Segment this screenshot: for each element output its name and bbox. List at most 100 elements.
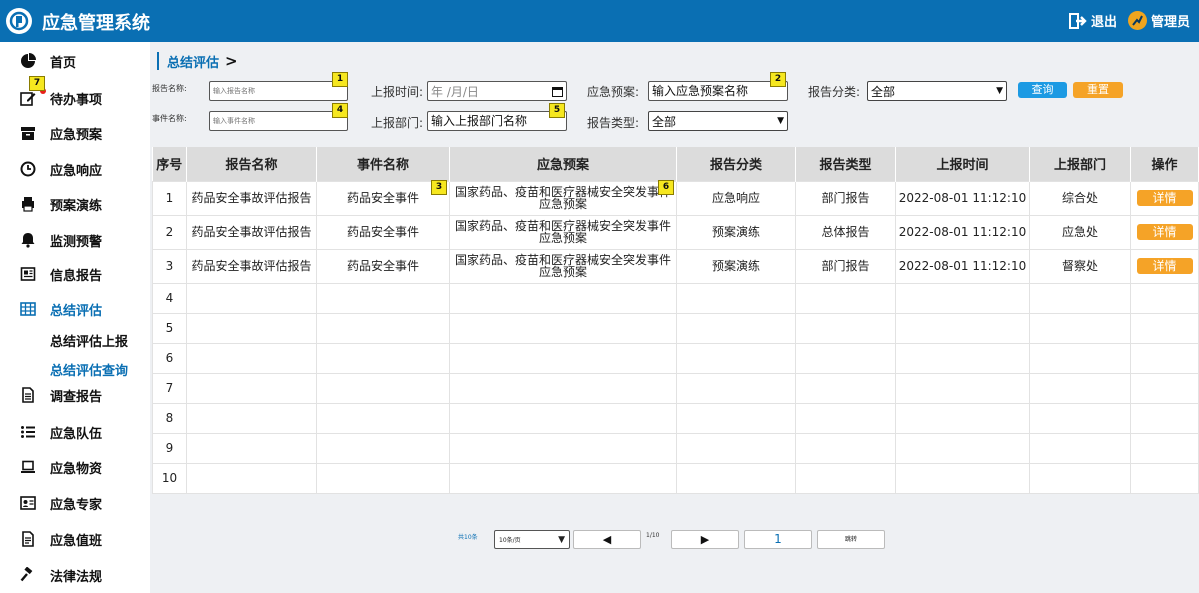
marker-1: 1 [332,72,348,87]
cell-plan: 国家药品、疫苗和医疗器械安全突发事件应急预案 [449,180,677,216]
report-time-input[interactable]: 年 /月/日 [427,81,567,101]
marker-6: 6 [658,180,674,195]
sidebar-item-emergency-supplies[interactable]: 应急物资 [0,452,150,482]
plan-input[interactable]: 输入应急预案名称 [648,81,788,101]
sidebar-item-emergency-plan[interactable]: 应急预案 [0,118,150,148]
clock-icon [20,161,36,177]
col-header-no: 序号 [152,147,187,181]
cell-dept: 督察处 [1029,248,1131,284]
cell-dept: 应急处 [1029,214,1131,250]
cell-plan: 国家药品、疫苗和医疗器械安全突发事件应急预案 [449,214,677,250]
sidebar-item-monitoring[interactable]: 监测预警 [0,225,150,255]
printer-icon [22,197,34,212]
sidebar-item-emergency-team[interactable]: 应急队伍 [0,417,150,447]
table-row-empty: 4 [152,282,1199,314]
reset-button[interactable]: 重置 [1073,82,1123,98]
pager-total: 共10条 [458,534,478,541]
cell-type: 总体报告 [795,214,896,250]
chevron-down-icon: ▼ [777,116,784,126]
col-header-action: 操作 [1130,147,1199,181]
cell-type: 部门报告 [795,248,896,284]
sidebar-item-plan-drill[interactable]: 预案演练 [0,189,150,219]
event-name-input[interactable] [209,111,348,131]
user-menu[interactable]: 管理员 [1128,11,1190,30]
marker-3: 3 [431,180,447,195]
logo-icon [6,8,32,34]
sidebar-subitem-summary-query[interactable]: 总结评估查询 [50,360,128,379]
report-table: 序号 报告名称 事件名称 应急预案 报告分类 报告类型 上报时间 上报部门 操作… [152,147,1199,494]
cell-dept: 综合处 [1029,180,1131,216]
breadcrumb-current[interactable]: 总结评估 [167,52,219,71]
sidebar-subitem-summary-submit[interactable]: 总结评估上报 [50,331,128,350]
user-avatar-icon [1128,11,1147,30]
chevron-down-icon: ▼ [996,86,1003,96]
event-name-label: 事件名称: [152,114,187,123]
report-dept-label: 上报部门: [371,116,424,130]
sidebar-item-emergency-response[interactable]: 应急响应 [0,154,150,184]
cell-no: 2 [152,214,187,250]
sidebar-item-todo[interactable]: 待办事项 [0,83,150,113]
logout-button[interactable]: 退出 [1069,11,1117,30]
report-time-label: 上报时间: [371,85,424,99]
cell-category: 应急响应 [676,180,796,216]
edit-icon [20,92,36,106]
archive-box-icon [21,127,35,140]
next-page-button[interactable]: ▶ [671,530,739,549]
sidebar-item-summary-evaluation[interactable]: 总结评估 [0,294,150,324]
sidebar-item-emergency-duty[interactable]: 应急值班 [0,524,150,554]
sidebar-item-emergency-experts[interactable]: 应急专家 [0,488,150,518]
gavel-icon [20,567,33,582]
cell-type: 部门报告 [795,180,896,216]
col-header-report-name: 报告名称 [186,147,317,181]
detail-button[interactable]: 详情 [1136,258,1193,274]
report-type-select[interactable]: 全部 ▼ [648,111,788,131]
sidebar-item-info-report[interactable]: 信息报告 [0,259,150,289]
breadcrumb-separator: > [225,52,238,70]
detail-button[interactable]: 详情 [1136,224,1193,240]
logout-label: 退出 [1091,15,1118,30]
col-header-plan: 应急预案 [449,147,677,181]
table-row: 3 药品安全事故评估报告 药品安全事件 国家药品、疫苗和医疗器械安全突发事件应急… [152,248,1199,284]
col-header-event-name: 事件名称 [316,147,450,181]
document-icon [22,387,34,403]
category-select[interactable]: 全部 ▼ [867,81,1007,101]
cell-report-name: 药品安全事故评估报告 [186,248,317,284]
cell-report-name: 药品安全事故评估报告 [186,180,317,216]
chevron-down-icon: ▼ [558,534,565,545]
report-dept-input[interactable]: 输入上报部门名称 [427,111,567,131]
cell-time: 2022-08-01 11:12:10 [895,180,1030,216]
col-header-category: 报告分类 [676,147,796,181]
query-button[interactable]: 查询 [1018,82,1067,98]
marker-4: 4 [332,103,348,118]
list-icon [21,426,35,438]
cell-action: 详情 [1130,248,1199,284]
detail-button[interactable]: 详情 [1136,190,1193,206]
jump-button[interactable]: 跳转 [817,530,885,549]
table-row-empty: 7 [152,372,1199,404]
sidebar-item-investigation-report[interactable]: 调查报告 [0,380,150,410]
sidebar-item-home[interactable]: 首页 [0,46,150,76]
pager-info: 1/10 [646,532,660,539]
sidebar-item-laws[interactable]: 法律法规 [0,560,150,590]
sidebar: 首页 待办事项 应急预案 应急响应 预案演练 监测预警 信息报告 总结评估 总结… [0,42,150,593]
report-name-input[interactable] [209,81,348,101]
logout-icon [1069,12,1087,29]
grid-table-icon [20,302,36,316]
page-size-select[interactable]: 10条/页 ▼ [494,530,570,549]
app-title: 应急管理系统 [42,13,150,34]
cell-action: 详情 [1130,180,1199,216]
cell-time: 2022-08-01 11:12:10 [895,248,1030,284]
page-number-input[interactable]: 1 [744,530,812,549]
cell-event-name: 药品安全事件 [316,248,450,284]
user-name: 管理员 [1151,15,1191,30]
cell-no: 1 [152,180,187,216]
marker-5: 5 [549,103,565,118]
laptop-icon [21,460,35,473]
table-row: 1 药品安全事故评估报告 药品安全事件 国家药品、疫苗和医疗器械安全突发事件应急… [152,180,1199,216]
cell-report-name: 药品安全事故评估报告 [186,214,317,250]
prev-page-button[interactable]: ◀ [573,530,641,549]
table-row-empty: 8 [152,402,1199,434]
cell-no: 3 [152,248,187,284]
top-bar: 应急管理系统 退出 管理员 [0,0,1199,42]
col-header-dept: 上报部门 [1029,147,1131,181]
